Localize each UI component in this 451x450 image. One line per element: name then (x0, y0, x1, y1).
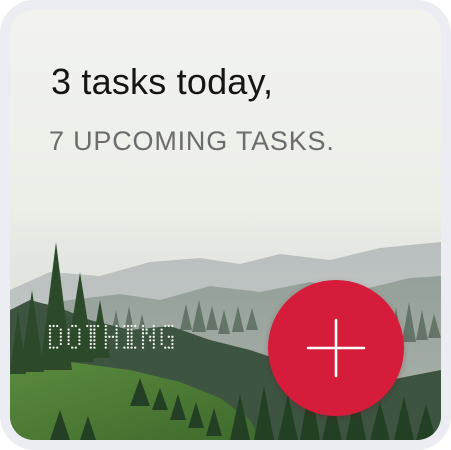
plus-icon (306, 318, 366, 378)
upcoming-tasks-text: 7 UPCOMING TASKS. (49, 126, 335, 156)
add-task-button[interactable] (268, 280, 404, 416)
tasks-today-heading: 3 tasks today, (51, 61, 274, 102)
widget-card[interactable]: 3 tasks today, 7 UPCOMING TASKS. (10, 10, 441, 440)
dothing-logo (48, 324, 174, 349)
task-widget[interactable]: 3 tasks today, 7 UPCOMING TASKS. (0, 0, 451, 450)
